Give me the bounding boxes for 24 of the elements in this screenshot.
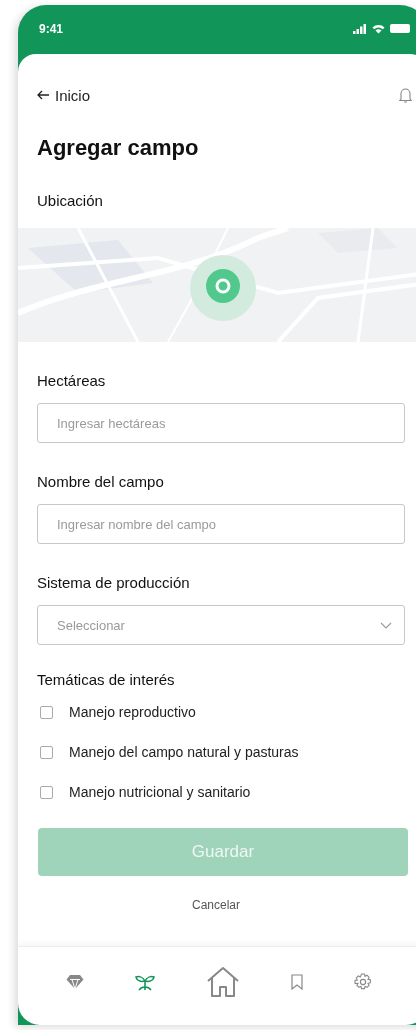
cancel-link[interactable]: Cancelar (192, 898, 240, 912)
checkbox[interactable] (40, 745, 53, 759)
field-label: Sistema de producción (37, 574, 191, 591)
back-arrow-icon (37, 90, 49, 100)
field-label: Ubicación (37, 192, 104, 209)
notification-bell-icon[interactable] (399, 86, 412, 104)
chevron-down-icon (380, 621, 392, 629)
back-link[interactable]: Inicio (37, 86, 91, 104)
text-input-field[interactable]: Ingresar nombre del campo (37, 504, 405, 544)
signal-icon (353, 23, 367, 34)
text-input-field[interactable]: Ingresar hectáreas (37, 403, 405, 443)
checkbox-label: Manejo reproductivo (69, 704, 196, 720)
field-label: Hectáreas (37, 372, 107, 389)
dropdown-placeholder: Seleccionar (57, 617, 125, 633)
page-title: Agregar campo (37, 135, 200, 161)
status-time: 9:41 (39, 21, 64, 36)
battery-icon (390, 24, 410, 33)
checkbox[interactable] (40, 785, 53, 799)
field-label: Temáticas de interés (37, 671, 176, 688)
checkbox[interactable] (40, 705, 53, 719)
wifi-icon (372, 23, 385, 34)
checkbox-label: Manejo del campo natural y pasturas (69, 744, 299, 760)
checkbox-label: Manejo nutricional y sanitario (69, 784, 251, 800)
field-label: Nombre del campo (37, 473, 165, 490)
